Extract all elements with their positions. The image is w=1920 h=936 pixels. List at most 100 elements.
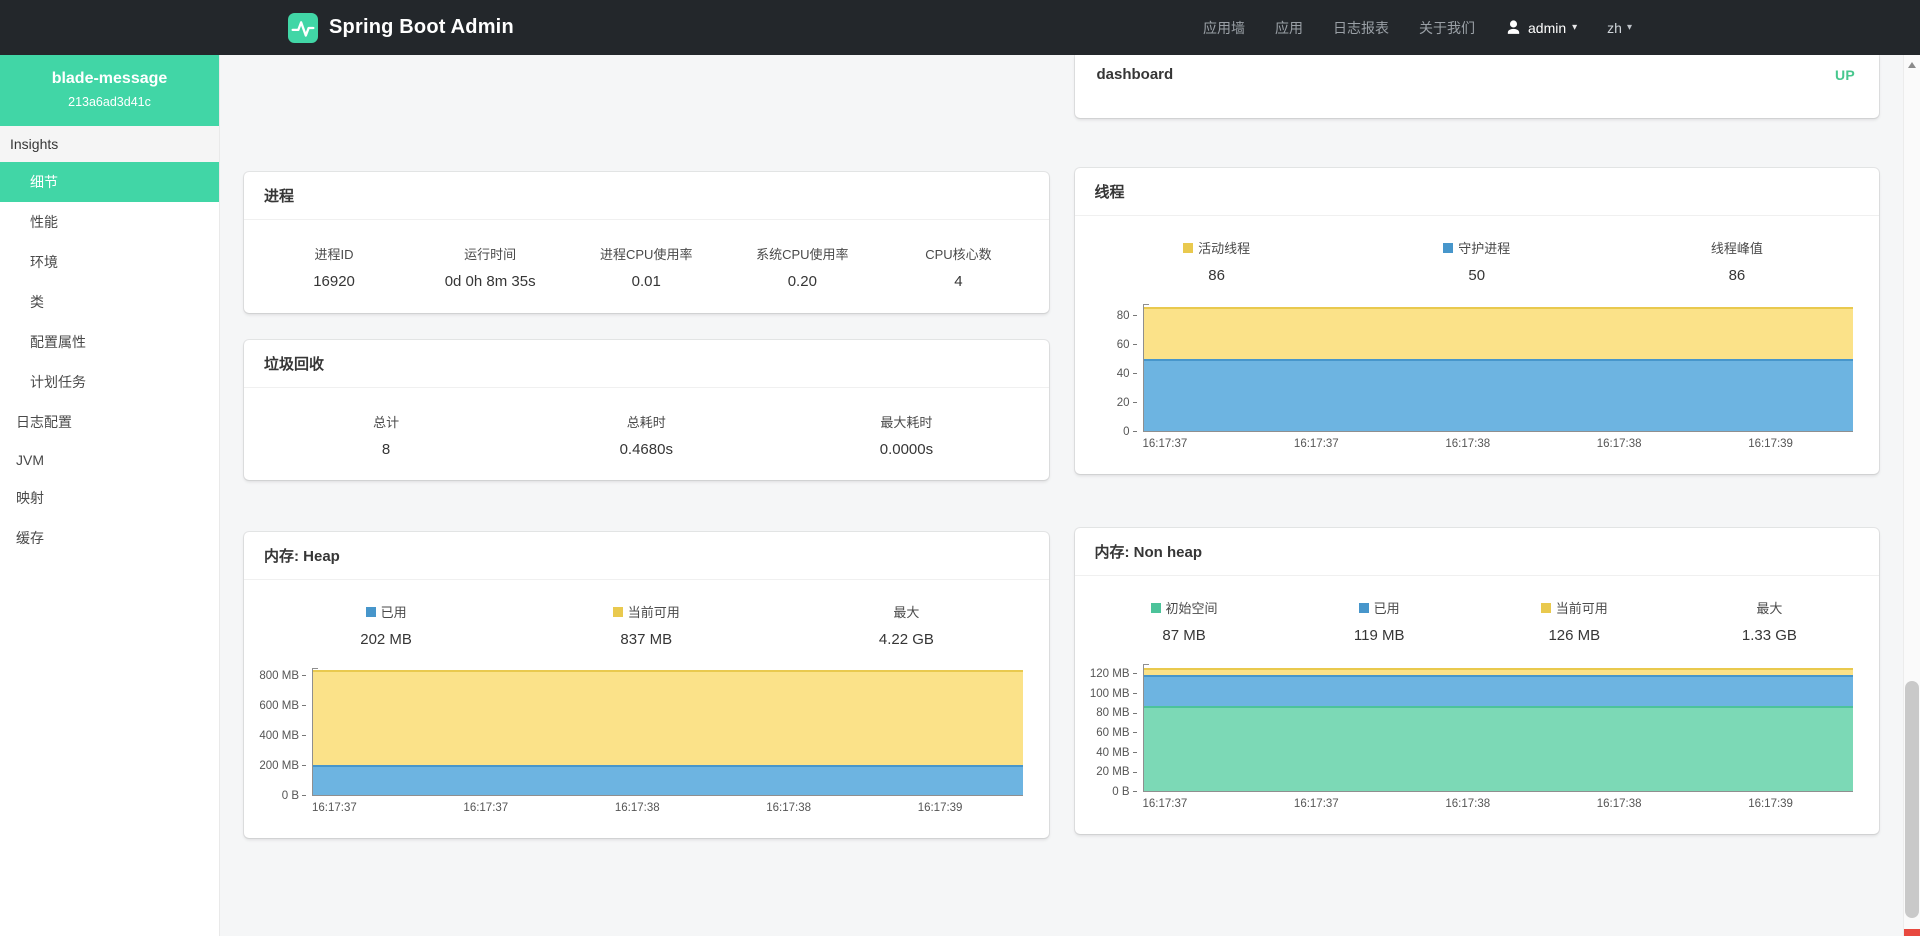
stat-value: 86 xyxy=(1087,267,1347,284)
stat-system-cpu: 系统CPU使用率 0.20 xyxy=(724,244,880,290)
sidebar-item-loggers[interactable]: 日志配置 xyxy=(0,402,219,442)
stat-nonheap-size: 当前可用 126 MB xyxy=(1477,598,1672,644)
stat-heap-max: 最大 4.22 GB xyxy=(776,602,1036,648)
legend-swatch xyxy=(1541,603,1551,613)
stat-nonheap-used: 已用 119 MB xyxy=(1282,598,1477,644)
brand[interactable]: Spring Boot Admin xyxy=(288,13,514,43)
stat-label: 最大耗时 xyxy=(776,412,1036,431)
x-axis-tick: 16:17:37 xyxy=(1294,438,1339,450)
stat-label: 守护进程 xyxy=(1458,238,1510,257)
stat-value: 16920 xyxy=(256,273,412,290)
top-navbar: Spring Boot Admin 应用墙 应用 日志报表 关于我们 admin… xyxy=(0,0,1920,55)
x-axis-tick: 16:17:38 xyxy=(615,802,660,814)
legend-swatch xyxy=(1151,603,1161,613)
scroll-up-arrow-icon[interactable] xyxy=(1908,62,1916,68)
stat-value: 4 xyxy=(880,273,1036,290)
sidebar-item-metrics[interactable]: 性能 xyxy=(0,202,219,242)
sidebar-item-mappings[interactable]: 映射 xyxy=(0,478,219,518)
stat-value: 8 xyxy=(256,441,516,458)
main-content: 进程 进程ID 16920 运行时间 0d 0h 8m 35s 进程CPU使用率… xyxy=(220,55,1903,936)
y-axis-tick: 0 xyxy=(1123,426,1136,438)
user-menu[interactable]: admin ▾ xyxy=(1505,19,1577,36)
stat-label: 进程CPU使用率 xyxy=(568,244,724,263)
stat-label: 最大 xyxy=(1672,598,1867,617)
y-axis-tick: 120 MB xyxy=(1090,668,1137,680)
gc-stats: 总计 8 总耗时 0.4680s 最大耗时 0.0000s xyxy=(244,388,1049,486)
stat-value: 126 MB xyxy=(1477,627,1672,644)
y-axis-tick: 400 MB xyxy=(259,730,306,742)
y-axis-tick: 80 xyxy=(1117,310,1137,322)
process-card: 进程 进程ID 16920 运行时间 0d 0h 8m 35s 进程CPU使用率… xyxy=(244,172,1049,313)
sidebar-item-environment[interactable]: 环境 xyxy=(0,242,219,282)
health-card: dashboard UP xyxy=(1075,55,1880,118)
nav-journal[interactable]: 日志报表 xyxy=(1333,18,1389,38)
scrollbar-bottom-marker xyxy=(1904,929,1920,936)
stat-uptime: 运行时间 0d 0h 8m 35s xyxy=(412,244,568,290)
stat-value: 0d 0h 8m 35s xyxy=(412,273,568,290)
sidebar-item-scheduled-tasks[interactable]: 计划任务 xyxy=(0,362,219,402)
stat-label: 活动线程 xyxy=(1198,238,1250,257)
stat-label: 初始空间 xyxy=(1166,598,1218,617)
legend-swatch xyxy=(1183,243,1193,253)
memory-nonheap-card: 内存: Non heap 初始空间 87 MB 已用 119 MB 当前可用 1… xyxy=(1075,528,1880,834)
sidebar-item-jvm[interactable]: JVM xyxy=(0,442,219,478)
sidebar-item-caches[interactable]: 缓存 xyxy=(0,518,219,558)
y-axis-tick: 60 xyxy=(1117,339,1137,351)
chart-plot xyxy=(1143,304,1854,432)
stat-label: CPU核心数 xyxy=(880,244,1036,263)
y-axis-tick: 0 B xyxy=(1112,786,1136,798)
chart-x-labels: 16:17:3716:17:3716:17:3816:17:3816:17:39 xyxy=(1143,792,1854,810)
x-axis-tick: 16:17:38 xyxy=(1597,438,1642,450)
scrollbar[interactable] xyxy=(1903,55,1920,936)
x-axis-tick: 16:17:38 xyxy=(1445,798,1490,810)
user-icon xyxy=(1505,19,1522,36)
nav-about[interactable]: 关于我们 xyxy=(1419,18,1475,38)
spring-boot-admin-logo-icon xyxy=(288,13,318,43)
stat-gc-max-time: 最大耗时 0.0000s xyxy=(776,412,1036,458)
y-axis-tick: 80 MB xyxy=(1096,707,1136,719)
x-axis-tick: 16:17:39 xyxy=(918,802,963,814)
user-name: admin xyxy=(1528,20,1566,36)
x-axis-tick: 16:17:37 xyxy=(1143,438,1188,450)
brand-title: Spring Boot Admin xyxy=(329,16,514,39)
sidebar: blade-message 213a6ad3d41c Insights 细节 性… xyxy=(0,55,220,936)
threads-chart: 806040200 16:17:3716:17:3716:17:3816:17:… xyxy=(1075,294,1880,450)
stat-gc-count: 总计 8 xyxy=(256,412,516,458)
stat-value: 1.33 GB xyxy=(1672,627,1867,644)
stat-value: 86 xyxy=(1607,267,1867,284)
nav-applications-wall[interactable]: 应用墙 xyxy=(1203,18,1245,38)
stat-peak-threads: 线程峰值 86 xyxy=(1607,238,1867,284)
y-axis-tick: 40 MB xyxy=(1096,747,1136,759)
process-stats: 进程ID 16920 运行时间 0d 0h 8m 35s 进程CPU使用率 0.… xyxy=(244,220,1049,318)
card-title-process: 进程 xyxy=(244,172,1049,220)
navbar-menu: 应用墙 应用 日志报表 关于我们 admin ▾ zh ▾ xyxy=(1203,18,1632,38)
chevron-down-icon: ▾ xyxy=(1627,22,1632,33)
card-title-nonheap: 内存: Non heap xyxy=(1075,528,1880,576)
x-axis-tick: 16:17:38 xyxy=(766,802,811,814)
sidebar-item-insights[interactable]: Insights xyxy=(0,126,219,162)
language-select[interactable]: zh ▾ xyxy=(1607,20,1632,36)
stat-value: 4.22 GB xyxy=(776,631,1036,648)
card-title-gc: 垃圾回收 xyxy=(244,340,1049,388)
x-axis-tick: 16:17:37 xyxy=(1294,798,1339,810)
sidebar-item-classes[interactable]: 类 xyxy=(0,282,219,322)
x-axis-tick: 16:17:39 xyxy=(1748,438,1793,450)
stat-value: 0.4680s xyxy=(516,441,776,458)
y-axis-tick: 60 MB xyxy=(1096,727,1136,739)
y-axis-tick: 600 MB xyxy=(259,700,306,712)
y-axis-tick: 20 xyxy=(1117,397,1137,409)
nav-applications[interactable]: 应用 xyxy=(1275,18,1303,38)
sidebar-item-config-props[interactable]: 配置属性 xyxy=(0,322,219,362)
stat-value: 0.01 xyxy=(568,273,724,290)
chart-area-band xyxy=(1144,706,1854,791)
chart-plot xyxy=(312,668,1023,796)
nonheap-stats: 初始空间 87 MB 已用 119 MB 当前可用 126 MB 最大 1.33… xyxy=(1075,576,1880,654)
page-layout: blade-message 213a6ad3d41c Insights 细节 性… xyxy=(0,55,1920,936)
stat-label: 当前可用 xyxy=(1556,598,1608,617)
y-axis-tick: 0 B xyxy=(282,790,306,802)
y-axis-tick: 20 MB xyxy=(1096,766,1136,778)
scrollbar-thumb[interactable] xyxy=(1905,681,1919,919)
sidebar-item-details[interactable]: 细节 xyxy=(0,162,219,202)
legend-swatch xyxy=(1359,603,1369,613)
stat-label: 已用 xyxy=(381,602,407,621)
